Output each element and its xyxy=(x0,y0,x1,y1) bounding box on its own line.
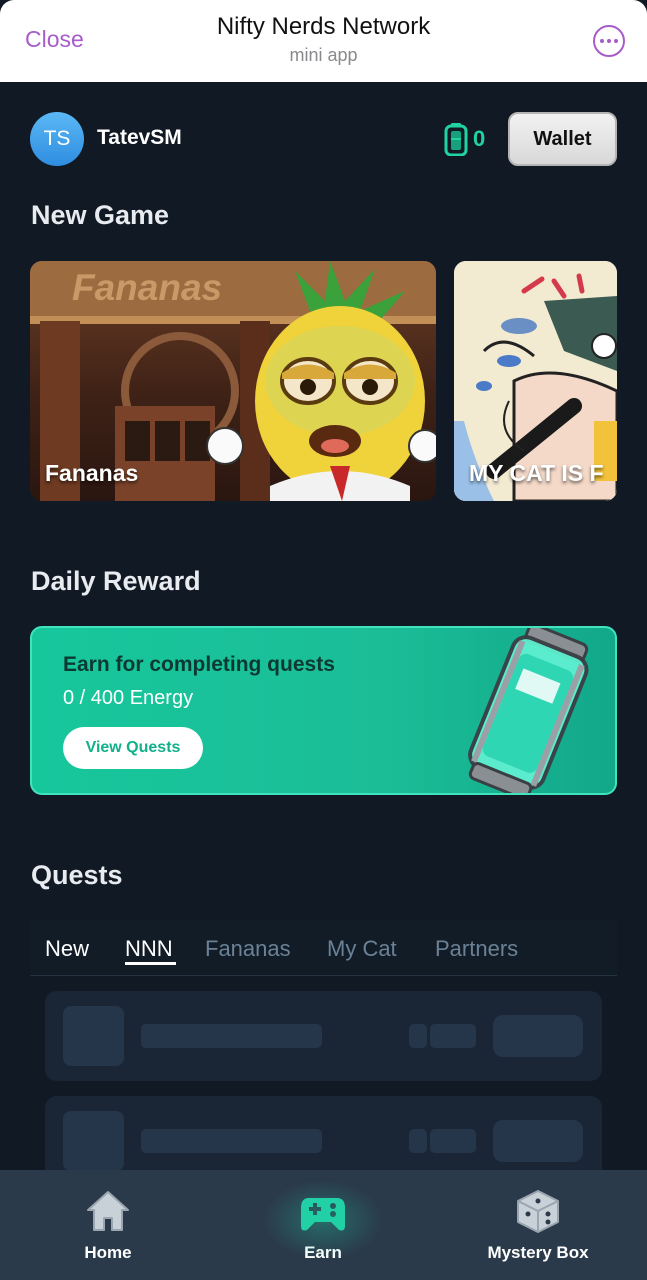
app-subtitle: mini app xyxy=(289,45,358,65)
skeleton-reward xyxy=(430,1129,476,1153)
nav-mystery-box[interactable]: Mystery Box xyxy=(468,1170,608,1280)
tab-my-cat[interactable]: My Cat xyxy=(327,936,397,962)
home-icon xyxy=(87,1191,129,1231)
skeleton-badge xyxy=(409,1129,427,1153)
energy-progress-text: 0 / 400 Energy xyxy=(63,687,194,709)
quests-tab-bar: New NNN Fananas My Cat Partners xyxy=(30,920,617,976)
fananas-sign: Fananas xyxy=(72,267,223,308)
avatar[interactable]: TS xyxy=(30,112,84,166)
skeleton-title xyxy=(141,1129,322,1153)
skeleton-button xyxy=(493,1015,583,1057)
game-card-my-cat[interactable]: MY CAT IS F xyxy=(454,261,617,501)
nav-home[interactable]: Home xyxy=(38,1170,178,1280)
skeleton-title xyxy=(141,1024,322,1048)
tab-partners[interactable]: Partners xyxy=(435,936,518,962)
energy-count: 0 xyxy=(473,126,486,151)
wallet-button[interactable]: Wallet xyxy=(508,112,617,166)
view-quests-button[interactable]: View Quests xyxy=(63,727,203,769)
skeleton-badge xyxy=(409,1024,427,1048)
tab-fananas[interactable]: Fananas xyxy=(205,936,291,962)
active-nav-glow xyxy=(263,1180,383,1260)
energy-canister-icon xyxy=(468,628,589,793)
reward-card-title: Earn for completing quests xyxy=(63,653,335,676)
nav-label: Home xyxy=(84,1243,132,1262)
quest-row-skeleton xyxy=(45,991,602,1081)
daily-reward-card: Earn for completing quests 0 / 400 Energ… xyxy=(30,626,617,795)
dice-box-icon xyxy=(517,1190,559,1233)
miniapp-header: Close Nifty Nerds Network mini app xyxy=(0,0,647,82)
tab-nnn[interactable]: NNN xyxy=(125,936,173,962)
skeleton-thumbnail xyxy=(63,1111,124,1171)
username: TatevSM xyxy=(97,126,182,149)
quests-title: Quests xyxy=(31,860,123,890)
skeleton-button xyxy=(493,1120,583,1162)
game-card-label: Fananas xyxy=(45,460,139,486)
skeleton-thumbnail xyxy=(63,1006,124,1066)
game-card-fananas[interactable]: Fananas Fananas xyxy=(30,261,436,501)
game-card-label: MY CAT IS F xyxy=(469,460,604,486)
nav-label: Mystery Box xyxy=(487,1243,589,1262)
app-title: Nifty Nerds Network xyxy=(216,13,431,40)
skeleton-reward xyxy=(430,1024,476,1048)
energy-battery-icon xyxy=(444,123,468,156)
new-game-title: New Game xyxy=(31,200,170,230)
daily-reward-title: Daily Reward xyxy=(31,566,201,596)
active-tab-indicator xyxy=(125,962,176,965)
tab-new[interactable]: New xyxy=(45,936,89,962)
more-options-icon[interactable] xyxy=(593,25,625,57)
